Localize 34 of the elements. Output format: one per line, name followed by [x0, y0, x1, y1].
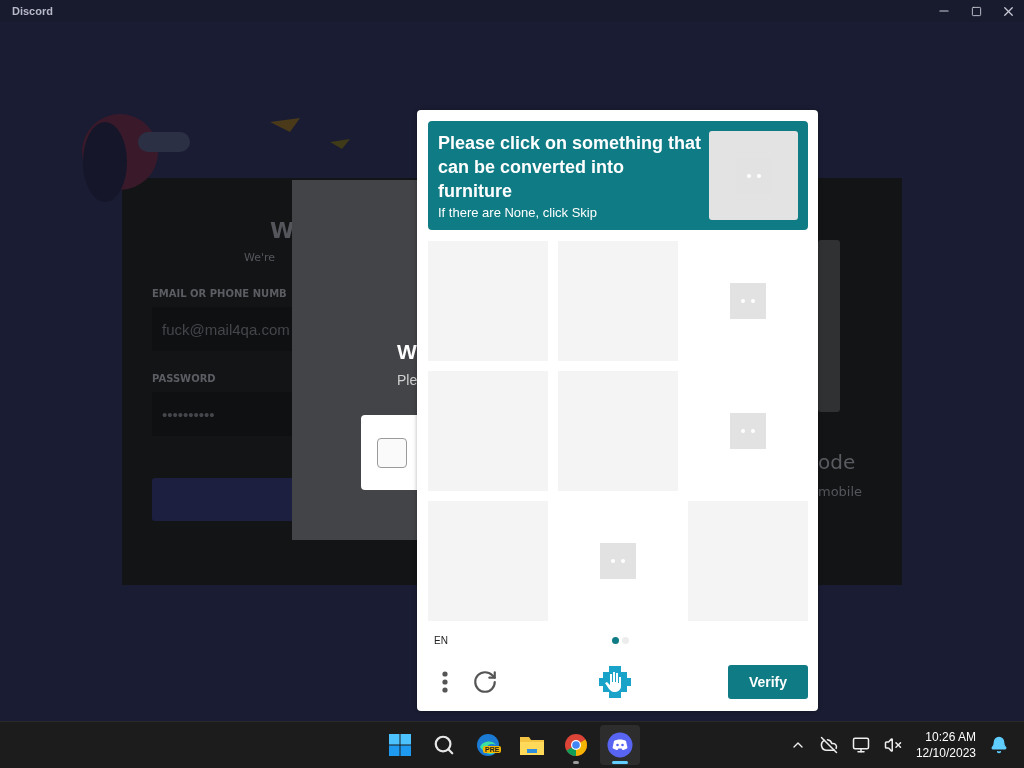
placeholder-icon: [730, 283, 766, 319]
qr-text: mobile: [818, 484, 864, 499]
refresh-icon: [472, 669, 498, 695]
placeholder-icon: [600, 543, 636, 579]
dialog-text: Ple: [397, 372, 419, 388]
qr-heading: ode: [818, 450, 857, 474]
search-icon: [433, 734, 455, 756]
window-title: Discord: [12, 5, 54, 17]
captcha-checkbox[interactable]: [377, 437, 407, 468]
windows-icon: [388, 733, 412, 757]
login-heading: W: [270, 218, 295, 243]
maximize-icon: [970, 5, 982, 17]
dialog-heading: W: [397, 340, 418, 364]
verify-button[interactable]: Verify: [728, 665, 808, 699]
notification-icon[interactable]: [990, 736, 1008, 754]
hand-logo-icon: [598, 665, 632, 699]
captcha-prompt: Please click on something that can be converted into furniture: [438, 132, 703, 203]
login-subheading: We're: [244, 251, 276, 264]
volume-muted-icon[interactable]: [883, 736, 902, 754]
menu-button[interactable]: [442, 671, 448, 693]
clock[interactable]: 10:26 AM 12/10/2023: [915, 729, 976, 761]
discord-icon: [607, 732, 633, 758]
captcha-hint: If there are None, click Skip: [438, 205, 598, 220]
folder-icon: [519, 734, 545, 756]
menu-icon: [442, 671, 448, 693]
language-label[interactable]: EN: [428, 634, 612, 646]
placeholder-icon: [730, 413, 766, 449]
taskbar-app[interactable]: [600, 725, 640, 765]
password-label: PASSWORD: [152, 373, 216, 384]
refresh-button[interactable]: [472, 669, 498, 695]
network-icon[interactable]: [851, 736, 870, 754]
email-label: EMAIL OR PHONE NUMB: [152, 288, 287, 299]
chrome-icon: [564, 733, 588, 757]
cloud-off-icon[interactable]: [819, 736, 838, 754]
